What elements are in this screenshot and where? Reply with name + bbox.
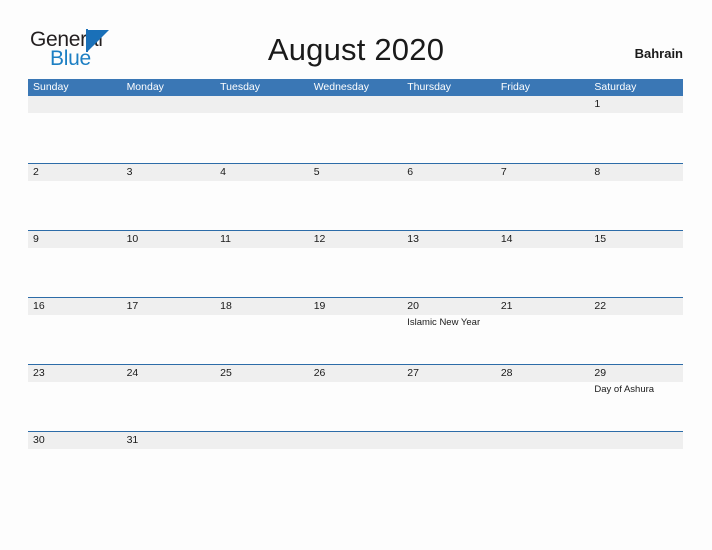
- day-number: 24: [126, 367, 139, 379]
- calendar-grid: Sunday Monday Tuesday Wednesday Thursday…: [28, 79, 683, 454]
- day-cell[interactable]: 26: [309, 365, 403, 396]
- day-number: 9: [33, 233, 39, 245]
- day-number: 23: [33, 367, 45, 379]
- page-header: General Blue August 2020 Bahrain: [0, 0, 712, 79]
- day-cell[interactable]: [496, 432, 590, 449]
- day-cell[interactable]: 10: [122, 231, 216, 248]
- day-number: 25: [220, 367, 232, 379]
- day-number: 19: [313, 300, 326, 312]
- day-number: 21: [500, 300, 513, 312]
- day-cell[interactable]: 12: [309, 231, 403, 248]
- day-number: 29: [594, 367, 607, 379]
- day-cell[interactable]: [496, 96, 590, 113]
- day-cell[interactable]: [122, 96, 216, 113]
- day-cell[interactable]: [215, 432, 309, 449]
- day-cell[interactable]: 9: [28, 231, 122, 248]
- day-cell[interactable]: 17: [122, 298, 216, 329]
- day-cell[interactable]: [309, 432, 403, 449]
- day-cell[interactable]: 11: [215, 231, 309, 248]
- day-number: 22: [594, 300, 607, 312]
- weekday-header-tuesday: Tuesday: [220, 81, 261, 93]
- holiday-label: Islamic New Year: [407, 317, 481, 328]
- weekday-header-sunday: Sunday: [33, 81, 69, 93]
- week-row: 1: [28, 96, 683, 163]
- day-number: 5: [313, 166, 320, 178]
- day-number: 16: [33, 300, 45, 312]
- day-cell[interactable]: 13: [402, 231, 496, 248]
- day-cell[interactable]: [28, 96, 122, 113]
- week-row: 9 10 11 12 13 14 15: [28, 230, 683, 297]
- calendar-page: General Blue August 2020 Bahrain Sunday …: [0, 0, 712, 550]
- week-row: 2 3 4 5 6 7 8: [28, 163, 683, 230]
- day-cell[interactable]: 19: [309, 298, 403, 329]
- day-number: 12: [313, 233, 326, 245]
- day-number: 26: [313, 367, 326, 379]
- page-title: August 2020: [267, 32, 445, 67]
- day-number: 28: [500, 367, 513, 379]
- day-cell[interactable]: 29 Day of Ashura: [589, 365, 683, 396]
- day-cell[interactable]: 3: [122, 164, 216, 181]
- day-number: 18: [220, 300, 232, 312]
- day-number: 17: [126, 300, 139, 312]
- day-cell[interactable]: 25: [215, 365, 309, 396]
- week-row: 23 24 25 26 27 28 29 Day of Ashura: [28, 364, 683, 431]
- day-number: 31: [126, 434, 139, 446]
- day-cell[interactable]: 7: [496, 164, 590, 181]
- day-cell[interactable]: [589, 432, 683, 449]
- day-cell[interactable]: 8: [589, 164, 683, 181]
- weekday-header-thursday: Thursday: [407, 81, 452, 93]
- weekday-header-saturday: Saturday: [594, 81, 637, 93]
- day-cell[interactable]: 16: [28, 298, 122, 329]
- day-cell[interactable]: 5: [309, 164, 403, 181]
- day-number: 7: [500, 166, 507, 178]
- holiday-label: Day of Ashura: [594, 384, 655, 395]
- day-number: 27: [407, 367, 419, 379]
- day-cell[interactable]: 18: [215, 298, 309, 329]
- day-number: 11: [220, 233, 232, 245]
- weekday-header-friday: Friday: [500, 81, 530, 93]
- day-cell[interactable]: 27: [402, 365, 496, 396]
- day-cell[interactable]: 21: [496, 298, 590, 329]
- day-cell[interactable]: 24: [122, 365, 216, 396]
- day-number: 20: [407, 300, 419, 312]
- day-cell[interactable]: 2: [28, 164, 122, 181]
- day-cell[interactable]: 31: [122, 432, 216, 449]
- day-cell[interactable]: [215, 96, 309, 113]
- day-cell[interactable]: 23: [28, 365, 122, 396]
- day-cell[interactable]: 6: [402, 164, 496, 181]
- weekday-header-row: Sunday Monday Tuesday Wednesday Thursday…: [28, 79, 683, 96]
- day-cell[interactable]: 30: [28, 432, 122, 449]
- day-cell[interactable]: 15: [589, 231, 683, 248]
- day-cell[interactable]: [402, 432, 496, 449]
- day-number: 8: [594, 166, 601, 178]
- day-cell[interactable]: [402, 96, 496, 113]
- day-cell[interactable]: 22: [589, 298, 683, 329]
- week-row: 30 31: [28, 431, 683, 454]
- day-cell[interactable]: 14: [496, 231, 590, 248]
- day-number: 1: [594, 98, 601, 110]
- day-number: 3: [126, 166, 133, 178]
- day-number: 6: [407, 166, 414, 178]
- day-number: 2: [33, 166, 39, 178]
- day-number: 15: [594, 233, 607, 245]
- week-row: 16 17 18 19 20 Islamic New Year 21 22: [28, 297, 683, 364]
- day-number: 30: [33, 434, 45, 446]
- day-cell[interactable]: [309, 96, 403, 113]
- day-cell[interactable]: 28: [496, 365, 590, 396]
- day-cell[interactable]: 1: [589, 96, 683, 113]
- country-label: Bahrain: [634, 46, 683, 61]
- day-number: 4: [220, 166, 226, 178]
- day-number: 13: [407, 233, 419, 245]
- day-cell[interactable]: 4: [215, 164, 309, 181]
- weekday-header-wednesday: Wednesday: [313, 81, 369, 93]
- day-cell[interactable]: 20 Islamic New Year: [402, 298, 496, 329]
- weekday-header-monday: Monday: [126, 81, 164, 93]
- day-number: 14: [500, 233, 513, 245]
- day-number: 10: [126, 233, 139, 245]
